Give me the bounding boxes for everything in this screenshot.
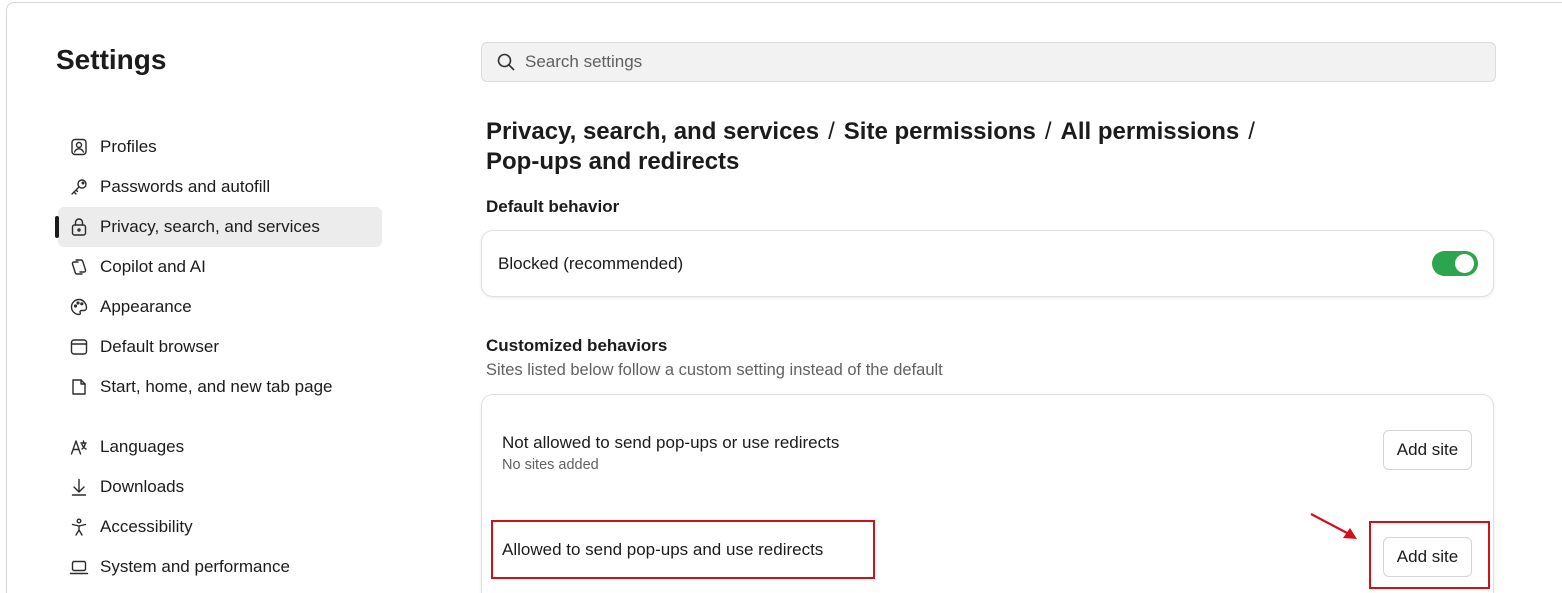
palette-icon: [68, 296, 90, 318]
not-allowed-title: Not allowed to send pop-ups or use redir…: [502, 433, 840, 452]
sidebar-item-profiles[interactable]: Profiles: [58, 127, 382, 167]
sidebar-item-label: Default browser: [100, 337, 220, 356]
sidebar-item-label: Appearance: [100, 297, 192, 316]
settings-title: Settings: [56, 44, 167, 75]
default-behavior-label: Blocked (recommended): [498, 254, 684, 273]
profile-icon: [68, 136, 90, 158]
allowed-row-highlight: [491, 520, 875, 579]
sidebar-item-label: Languages: [100, 437, 185, 456]
toggle-knob: [1455, 254, 1474, 273]
copilot-icon: [68, 256, 90, 278]
sidebar-item-downloads[interactable]: Downloads: [58, 467, 382, 507]
browser-icon: [68, 336, 90, 358]
lock-icon: [68, 216, 90, 238]
sidebar-item-passwords[interactable]: Passwords and autofill: [58, 167, 382, 207]
default-behavior-card: Blocked (recommended): [481, 230, 1494, 297]
sidebar-item-label: Copilot and AI: [100, 257, 206, 276]
sidebar-item-label: Profiles: [100, 137, 157, 156]
annotation-arrow-icon: [1310, 513, 1357, 539]
add-site-highlight: [1369, 521, 1490, 589]
search-input[interactable]: [525, 52, 1425, 72]
sidebar-item-label: Downloads: [100, 477, 185, 496]
sidebar-item-label: Privacy, search, and services: [100, 217, 320, 236]
not-allowed-status: No sites added: [502, 457, 599, 473]
sidebar-item-default-browser[interactable]: Default browser: [58, 327, 382, 367]
breadcrumb-all-permissions[interactable]: All permissions: [1061, 118, 1240, 145]
sidebar-item-label: Start, home, and new tab page: [100, 377, 333, 396]
sidebar-item-languages[interactable]: Languages: [58, 427, 382, 467]
sidebar-item-appearance[interactable]: Appearance: [58, 287, 382, 327]
search-icon: [496, 52, 516, 72]
breadcrumb-separator: /: [1044, 118, 1052, 145]
sidebar-item-label: Accessibility: [100, 517, 193, 536]
page-title: Pop-ups and redirects: [486, 148, 740, 175]
sidebar-nav: Profiles Passwords and autofill Privacy,…: [55, 127, 382, 587]
customized-behaviors-subtitle: Sites listed below follow a custom setti…: [486, 361, 943, 379]
breadcrumb-privacy[interactable]: Privacy, search, and services: [486, 118, 819, 145]
languages-icon: [68, 436, 90, 458]
blocked-toggle[interactable]: [1432, 251, 1478, 276]
search-box[interactable]: [481, 42, 1496, 82]
laptop-icon: [68, 556, 90, 578]
sidebar-item-privacy[interactable]: Privacy, search, and services: [55, 207, 382, 247]
key-icon: [68, 176, 90, 198]
download-icon: [68, 476, 90, 498]
breadcrumb-separator: /: [828, 118, 835, 145]
breadcrumb-site-permissions[interactable]: Site permissions: [844, 118, 1036, 145]
sidebar-item-copilot[interactable]: Copilot and AI: [58, 247, 382, 287]
sidebar-item-accessibility[interactable]: Accessibility: [58, 507, 382, 547]
sidebar-item-label: Passwords and autofill: [100, 177, 271, 196]
default-behavior-heading: Default behavior: [486, 197, 620, 216]
sidebar-item-label: System and performance: [100, 557, 290, 576]
add-site-blocked-button[interactable]: Add site: [1383, 430, 1472, 470]
sidebar-item-start-home[interactable]: Start, home, and new tab page: [58, 367, 382, 407]
sidebar-item-system[interactable]: System and performance: [58, 547, 382, 587]
accessibility-icon: [68, 516, 90, 538]
home-page-icon: [68, 376, 90, 398]
breadcrumb: Privacy, search, and services / Site permi…: [486, 117, 1306, 177]
breadcrumb-separator: /: [1248, 118, 1255, 145]
customized-behaviors-heading: Customized behaviors: [486, 336, 668, 355]
